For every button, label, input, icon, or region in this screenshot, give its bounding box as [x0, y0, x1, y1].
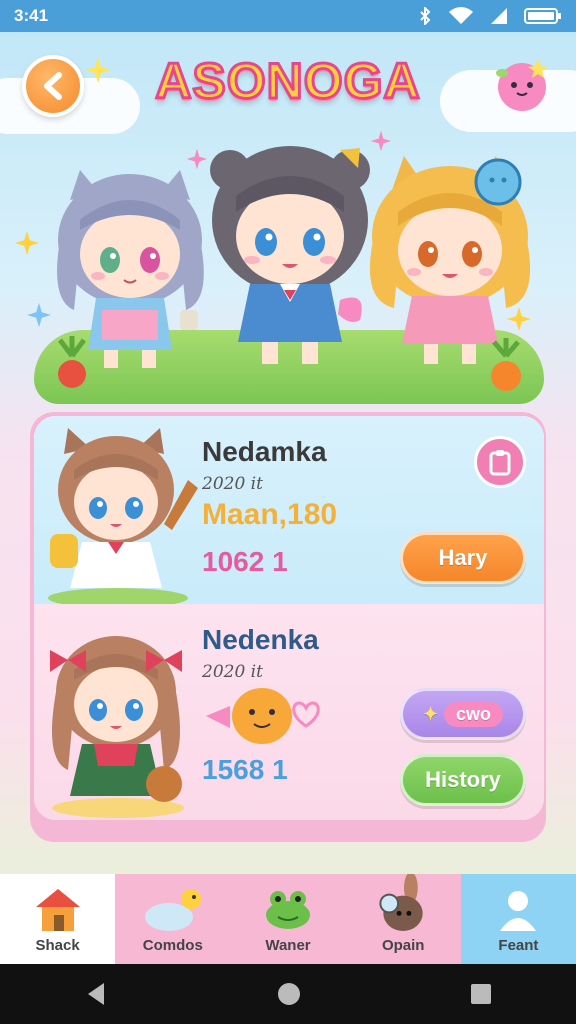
nav-tab-waner[interactable]: Waner [230, 874, 346, 964]
pink-blob-mascot-icon[interactable] [490, 55, 554, 113]
bottom-nav: Shack Comdos Waner Opain Feant [0, 874, 576, 964]
cloud-bird-icon [144, 889, 201, 931]
nav-label: Waner [265, 937, 311, 954]
card-subtitle: 2020 it [202, 662, 263, 682]
nav-tab-opain[interactable]: Opain [345, 874, 461, 964]
carrot-icon [491, 338, 521, 391]
nav-tab-comdos[interactable]: Comdos [115, 874, 231, 964]
card-character-portrait [48, 428, 198, 604]
nav-label: Opain [381, 937, 425, 954]
nav-label: Feant [498, 937, 539, 954]
status-bar: 3:41 [0, 0, 576, 32]
back-button[interactable] [22, 55, 84, 117]
card-action-button[interactable]: Hary [400, 532, 526, 584]
card-badge-button[interactable]: ✦ cwo [400, 688, 526, 740]
smiling-sun-icon [206, 688, 320, 744]
bluetooth-icon [420, 7, 431, 25]
back-arrow-icon [44, 72, 62, 100]
nav-label: Comdos [142, 937, 203, 954]
card-name: Nedamka [202, 436, 327, 467]
chibi-character-blonde [369, 156, 531, 364]
bunny-icon [379, 874, 423, 932]
status-time: 3:41 [14, 6, 49, 25]
chibi-character-brown [210, 146, 370, 364]
hero-scene [0, 130, 576, 410]
clipboard-button[interactable] [474, 436, 526, 488]
card-badge-label: cwo [444, 701, 504, 727]
signal-icon [491, 8, 507, 24]
nav-tab-feant[interactable]: Feant [460, 874, 576, 964]
card-number: 1062 1 [202, 546, 288, 577]
star-sparkle-icon: ✦ [422, 703, 439, 724]
card-name: Nedenka [202, 624, 319, 655]
nav-label: Shack [35, 937, 80, 954]
radish-icon [58, 336, 86, 388]
back-triangle-icon[interactable] [84, 981, 108, 1007]
nav-tab-shack[interactable]: Shack [0, 874, 116, 964]
status-icons [418, 7, 562, 25]
sparkle-icon [85, 57, 111, 83]
cards-panel: Nedamka 2020 it Maan,180 1062 1 Hary Ned… [34, 416, 544, 820]
star-icon [14, 230, 40, 256]
card-subtitle: 2020 it [202, 474, 263, 494]
profile-icon [500, 891, 537, 931]
home-circle-icon[interactable] [276, 981, 302, 1007]
wifi-icon [449, 7, 473, 25]
frog-icon [266, 891, 310, 929]
card-highlight: Maan,180 [202, 498, 338, 531]
clipboard-icon [489, 450, 511, 476]
card-character-portrait [50, 636, 184, 818]
character-card[interactable]: Nedamka 2020 it Maan,180 1062 1 Hary [34, 416, 544, 604]
battery-icon [524, 8, 561, 24]
character-card[interactable]: Nedenka 2020 it 1568 1 ✦ cwo History [34, 604, 544, 820]
house-icon [35, 889, 80, 931]
history-button[interactable]: History [400, 754, 526, 806]
app-title: ASONOGA [154, 52, 421, 111]
system-navigation-bar [0, 964, 576, 1024]
card-number: 1568 1 [202, 754, 288, 785]
recents-square-icon[interactable] [470, 983, 492, 1005]
